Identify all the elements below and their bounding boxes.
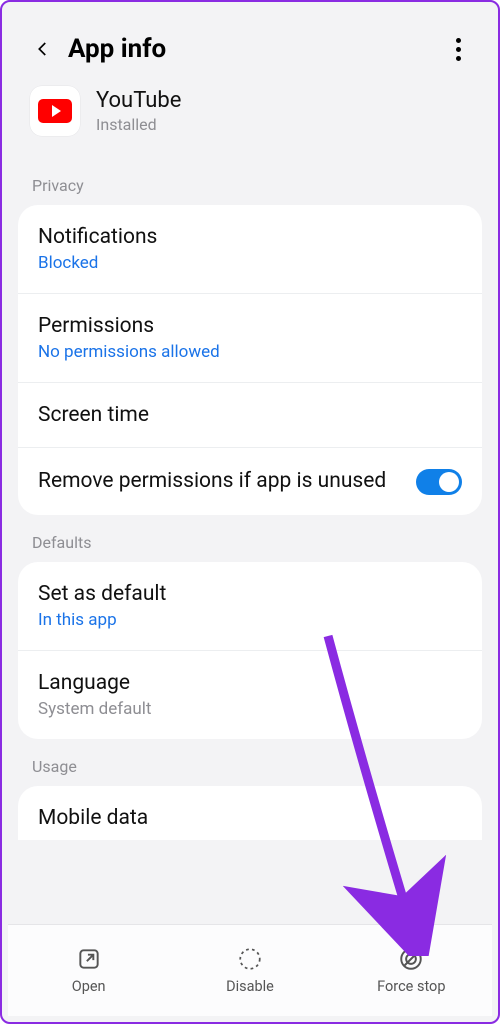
app-icon bbox=[30, 86, 80, 136]
chevron-left-icon bbox=[34, 40, 52, 58]
row-title: Remove permissions if app is unused bbox=[38, 468, 416, 495]
back-button[interactable] bbox=[30, 36, 56, 62]
row-sub: In this app bbox=[38, 610, 462, 630]
privacy-card: Notifications Blocked Permissions No per… bbox=[18, 205, 482, 515]
remove-permissions-row[interactable]: Remove permissions if app is unused bbox=[18, 447, 482, 515]
row-sub: System default bbox=[38, 699, 462, 719]
more-vertical-icon bbox=[456, 38, 461, 61]
app-header: YouTube Installed bbox=[8, 82, 492, 158]
bottom-bar: Open Disable Force stop bbox=[8, 924, 492, 1016]
app-name: YouTube bbox=[96, 88, 181, 113]
page-title: App info bbox=[68, 34, 166, 64]
header: App info bbox=[8, 8, 492, 82]
section-usage-label: Usage bbox=[8, 739, 492, 786]
set-as-default-row[interactable]: Set as default In this app bbox=[18, 562, 482, 650]
force-stop-button[interactable]: Force stop bbox=[331, 925, 492, 1016]
row-title: Permissions bbox=[38, 314, 462, 338]
open-icon bbox=[76, 946, 102, 972]
row-title: Language bbox=[38, 671, 462, 695]
disable-label: Disable bbox=[226, 978, 274, 995]
disable-icon bbox=[237, 946, 263, 972]
force-stop-label: Force stop bbox=[377, 978, 445, 995]
section-defaults-label: Defaults bbox=[8, 515, 492, 562]
row-title: Set as default bbox=[38, 582, 462, 606]
screen-time-row[interactable]: Screen time bbox=[18, 382, 482, 447]
mobile-data-row[interactable]: Mobile data bbox=[18, 786, 482, 840]
section-privacy-label: Privacy bbox=[8, 158, 492, 205]
row-title: Notifications bbox=[38, 225, 462, 249]
open-button[interactable]: Open bbox=[8, 925, 169, 1016]
row-sub: Blocked bbox=[38, 253, 462, 273]
more-options-button[interactable] bbox=[446, 37, 470, 61]
app-status: Installed bbox=[96, 115, 181, 134]
row-title: Screen time bbox=[38, 403, 462, 427]
open-label: Open bbox=[72, 978, 106, 995]
youtube-icon bbox=[38, 99, 72, 123]
language-row[interactable]: Language System default bbox=[18, 650, 482, 739]
remove-permissions-toggle[interactable] bbox=[416, 469, 462, 495]
row-sub: No permissions allowed bbox=[38, 342, 462, 362]
disable-button[interactable]: Disable bbox=[169, 925, 330, 1016]
permissions-row[interactable]: Permissions No permissions allowed bbox=[18, 293, 482, 382]
notifications-row[interactable]: Notifications Blocked bbox=[18, 205, 482, 293]
defaults-card: Set as default In this app Language Syst… bbox=[18, 562, 482, 739]
force-stop-icon bbox=[398, 946, 424, 972]
row-title: Mobile data bbox=[38, 806, 462, 830]
